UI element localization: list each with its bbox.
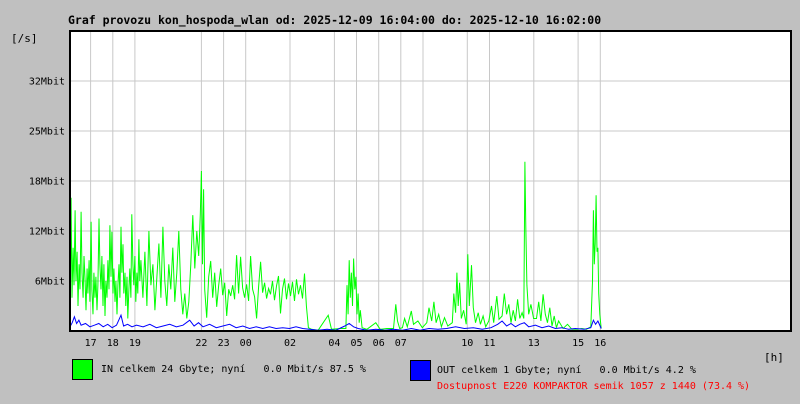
x-tick-label: 17 xyxy=(85,338,97,349)
x-tick-label: 10 xyxy=(461,338,473,349)
x-tick-label: 13 xyxy=(528,338,540,349)
y-tick-label: 12Mbit xyxy=(29,227,65,238)
y-tick-label: 6Mbit xyxy=(35,277,65,288)
x-tick-label: 22 xyxy=(195,338,207,349)
traffic-chart-svg: 17 18 19 22 23 00 02 04 05 06 07 10 11 13 15 16 6Mbit 12M… xyxy=(11,30,792,364)
x-tick-label: 07 xyxy=(395,338,407,349)
x-tick-label: 06 xyxy=(373,338,385,349)
in-legend-swatch xyxy=(72,359,93,380)
traffic-graph-page: { "title": "Graf provozu kon_hospoda_wla… xyxy=(0,0,800,400)
out-legend-swatch xyxy=(410,360,431,381)
out-legend-label: OUT celkem 1 Gbyte; nyní 0.0 Mbit/s 4.2 … xyxy=(437,365,696,376)
y-tick-label: 18Mbit xyxy=(29,177,65,188)
x-axis-unit-label: [h] xyxy=(764,351,784,364)
x-tick-label: 23 xyxy=(218,338,230,349)
y-axis-unit-label: [/s] xyxy=(11,32,38,45)
in-legend-label: IN celkem 24 Gbyte; nyní 0.0 Mbit/s 87.5… xyxy=(101,364,366,375)
x-tick-label: 00 xyxy=(240,338,252,349)
availability-note: Dostupnost E220 KOMPAKTOR semik 1057 z 1… xyxy=(437,381,751,392)
x-tick-label: 15 xyxy=(572,338,584,349)
x-tick-label: 11 xyxy=(483,338,495,349)
x-tick-label: 02 xyxy=(284,338,296,349)
x-tick-label: 19 xyxy=(129,338,141,349)
x-tick-label: 05 xyxy=(350,338,362,349)
x-tick-label: 16 xyxy=(594,338,606,349)
x-tick-label: 18 xyxy=(107,338,119,349)
x-tick-label: 04 xyxy=(328,338,340,349)
y-tick-label: 32Mbit xyxy=(29,77,65,88)
y-tick-label: 25Mbit xyxy=(29,127,65,138)
traffic-chart: 17 18 19 22 23 00 02 04 05 06 07 10 11 13 15 16 6Mbit 12M… xyxy=(0,0,800,404)
